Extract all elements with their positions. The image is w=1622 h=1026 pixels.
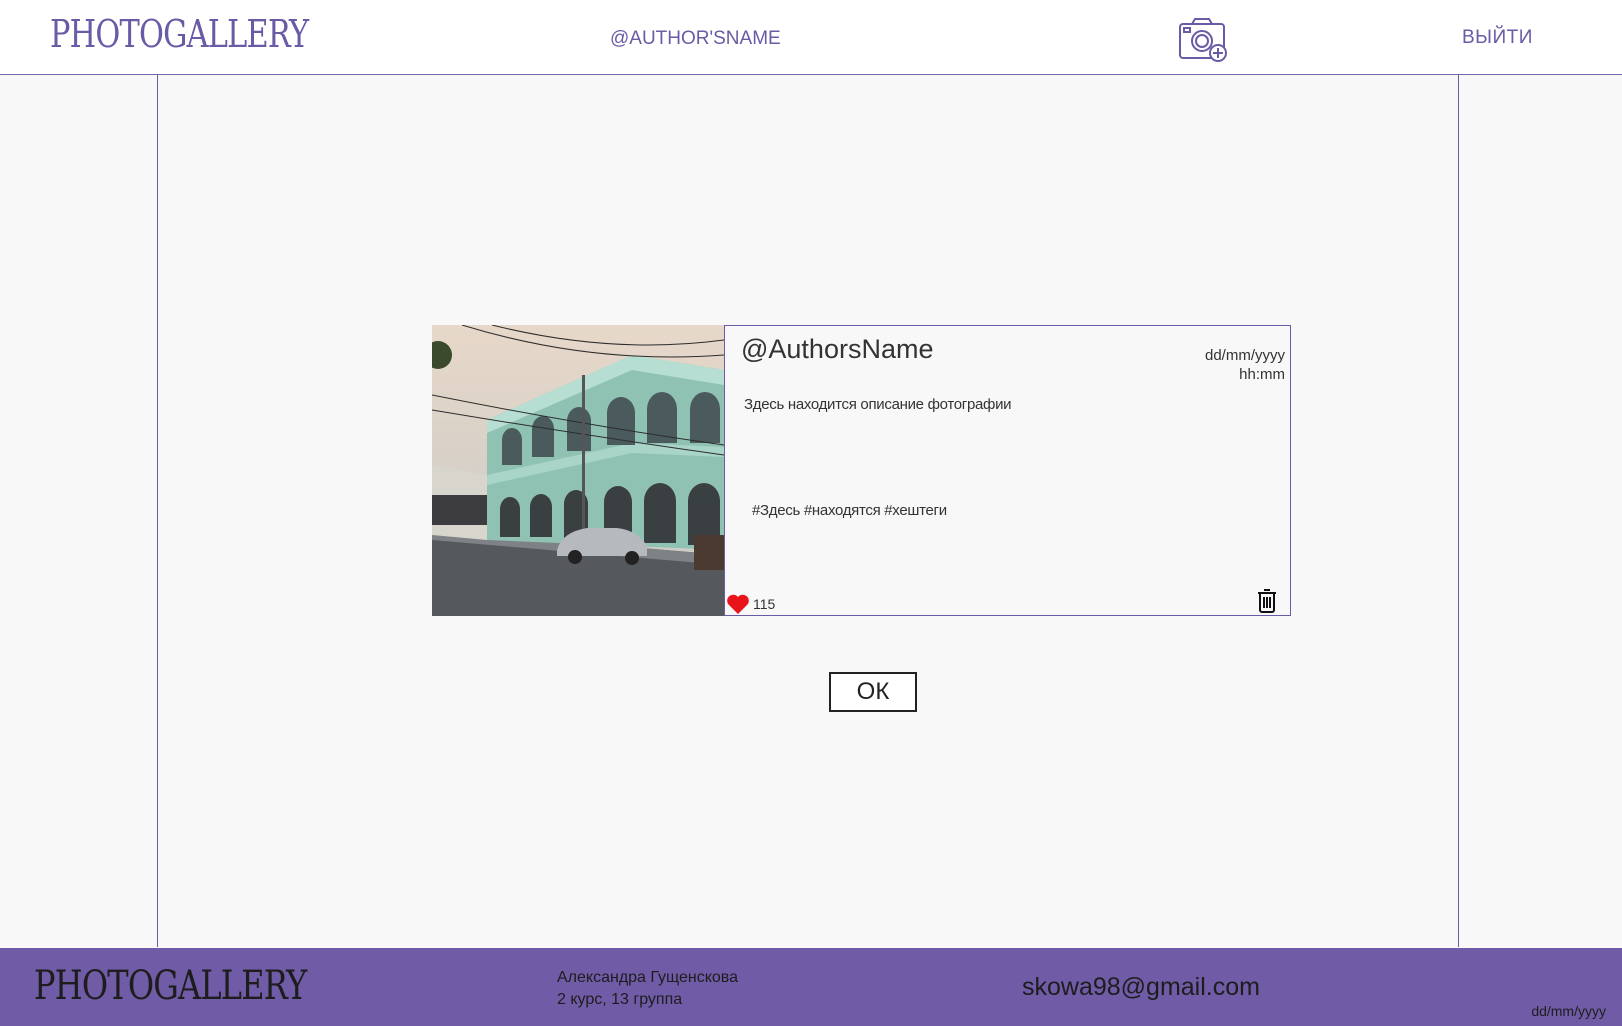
- footer-date: dd/mm/yyyy: [1531, 1003, 1606, 1019]
- content-right-border: [1458, 74, 1459, 947]
- top-header: PHOTOGALLERY @AUTHOR'SNAME ВЫЙТИ: [0, 0, 1622, 75]
- photo-post-card: @AuthorsName dd/mm/yyyy hh:mm Здесь нахо…: [432, 325, 1291, 616]
- header-author-name[interactable]: @AUTHOR'SNAME: [610, 28, 781, 50]
- content-left-border: [157, 74, 158, 947]
- building-photo-image: [432, 325, 724, 616]
- logout-button[interactable]: ВЫЙТИ: [1462, 27, 1533, 49]
- post-datetime: dd/mm/yyyy hh:mm: [1205, 346, 1285, 384]
- likes-count: 115: [753, 596, 776, 612]
- footer-email[interactable]: skowa98@gmail.com: [1022, 973, 1260, 1002]
- footer-student-info: Александра Гущенскова 2 курс, 13 группа: [557, 967, 738, 1011]
- post-description: Здесь находится описание фотографии: [744, 396, 1012, 413]
- post-time: hh:mm: [1239, 366, 1285, 383]
- ok-button[interactable]: ОК: [829, 672, 917, 712]
- page-footer: PHOTOGALLERY Александра Гущенскова 2 кур…: [0, 948, 1622, 1026]
- post-info-panel: @AuthorsName dd/mm/yyyy hh:mm Здесь нахо…: [724, 325, 1291, 616]
- post-author-name[interactable]: @AuthorsName: [741, 334, 933, 365]
- trash-icon[interactable]: [1256, 587, 1278, 613]
- heart-icon[interactable]: [726, 593, 750, 615]
- footer-logo: PHOTOGALLERY: [34, 963, 307, 1009]
- header-logo[interactable]: PHOTOGALLERY: [50, 12, 309, 56]
- post-photo[interactable]: [432, 325, 724, 616]
- post-date: dd/mm/yyyy: [1204, 347, 1285, 364]
- camera-add-icon[interactable]: [1178, 16, 1230, 62]
- footer-student-group: 2 курс, 13 группа: [557, 991, 683, 1008]
- post-hashtags[interactable]: #Здесь #находятся #хештеги: [752, 502, 947, 519]
- footer-student-name: Александра Гущенскова: [557, 969, 739, 986]
